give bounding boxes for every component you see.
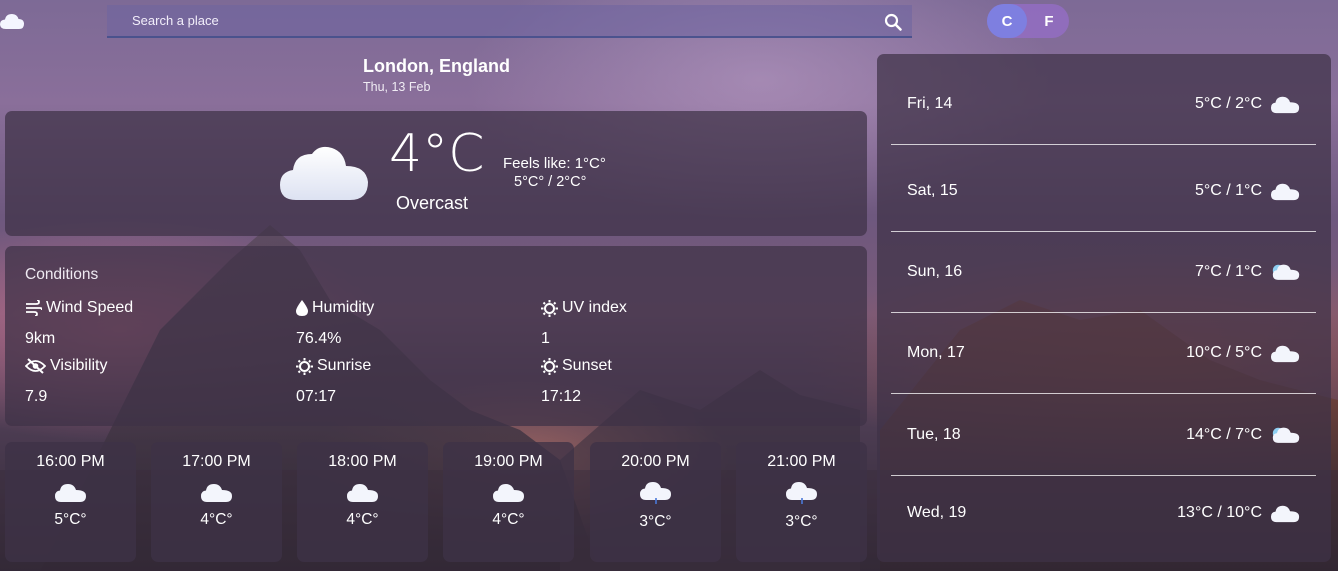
city-name: London, xyxy=(363,56,434,76)
hourly-card[interactable]: 16:00 PM 5°C° xyxy=(5,442,136,562)
hourly-temp: 4°C° xyxy=(200,511,233,528)
forecast-temps: 5°C / 2°C xyxy=(1194,95,1262,112)
hourly-temp: 4°C° xyxy=(492,511,525,528)
wind-icon xyxy=(26,300,42,316)
conditions-panel xyxy=(5,246,867,426)
conditions-title: Conditions xyxy=(25,266,99,283)
region-name: England xyxy=(439,56,510,76)
weather-description: Overcast xyxy=(396,193,469,213)
hourly-time: 20:00 PM xyxy=(621,453,690,470)
search-icon[interactable] xyxy=(884,13,902,31)
hourly-temp: 3°C° xyxy=(785,513,818,530)
current-temperature: 4°C xyxy=(389,124,485,184)
forecast-row[interactable]: Mon, 17 10°C / 5°C xyxy=(891,313,1316,394)
hourly-temp: 3°C° xyxy=(639,513,672,530)
fahrenheit-toggle[interactable]: F xyxy=(1029,4,1069,38)
condition-value: 7.9 xyxy=(25,388,48,405)
condition-label: Wind Speed xyxy=(46,299,134,316)
condition-value: 07:17 xyxy=(296,388,337,405)
hourly-time: 21:00 PM xyxy=(767,453,836,470)
sun-icon xyxy=(541,357,558,375)
feels-like: Feels like: 1°C° xyxy=(503,155,606,172)
droplet-icon xyxy=(296,300,308,316)
forecast-row[interactable]: Wed, 19 13°C / 10°C xyxy=(891,472,1316,553)
forecast-row[interactable]: Tue, 18 14°C / 7°C xyxy=(891,395,1316,476)
forecast-temps: 5°C / 1°C xyxy=(1194,182,1262,199)
cloud-icon xyxy=(1271,345,1300,363)
forecast-temps: 13°C / 10°C xyxy=(1177,503,1262,521)
search-input[interactable] xyxy=(107,5,912,36)
condition-humidity: Humidity 76.4% xyxy=(296,299,374,348)
condition-value: 76.4% xyxy=(296,330,342,347)
forecast-row[interactable]: Sat, 15 5°C / 1°C xyxy=(891,151,1316,232)
cloud-icon xyxy=(1271,505,1300,522)
hourly-card[interactable]: 21:00 PM 3°C° xyxy=(736,442,867,562)
high-temp: 5°C° xyxy=(514,174,545,190)
condition-label: Sunrise xyxy=(317,357,372,374)
condition-label: Visibility xyxy=(50,357,108,374)
cloud-icon xyxy=(1271,96,1300,114)
daily-forecast-panel: Fri, 14 5°C / 2°C Sat, 15 5°C / 1°C Sun,… xyxy=(877,54,1331,562)
partly-cloudy-icon xyxy=(1272,264,1300,280)
eye-slash-icon xyxy=(25,358,46,374)
partly-cloudy-icon xyxy=(1272,427,1300,443)
cloud-icon xyxy=(1271,183,1300,201)
condition-value: 1 xyxy=(541,330,550,347)
low-temp: 2°C° xyxy=(556,174,587,190)
hourly-time: 18:00 PM xyxy=(328,453,397,470)
forecast-temps: 14°C / 7°C xyxy=(1186,426,1262,443)
hourly-temp: 5°C° xyxy=(54,511,87,528)
condition-value: 9km xyxy=(25,330,56,347)
condition-label: Humidity xyxy=(312,299,375,316)
unit-toggle: C F xyxy=(987,4,1069,38)
condition-sunrise: Sunrise 07:17 xyxy=(296,357,371,406)
hourly-card[interactable]: 18:00 PM 4°C° xyxy=(297,442,428,562)
hourly-temp: 4°C° xyxy=(346,511,379,528)
condition-visibility: Visibility 7.9 xyxy=(25,357,108,406)
condition-label: Sunset xyxy=(562,357,612,374)
feels-like-block: Feels like: 1°C° 5°C° / 2°C° xyxy=(503,155,606,190)
forecast-day: Sat, 15 xyxy=(907,182,958,199)
forecast-day: Tue, 18 xyxy=(907,426,961,443)
current-date: Thu, 13 Feb xyxy=(363,80,431,94)
hourly-card[interactable]: 17:00 PM 4°C° xyxy=(151,442,282,562)
forecast-day: Sun, 16 xyxy=(907,263,963,280)
hourly-time: 17:00 PM xyxy=(182,453,251,470)
search-bar xyxy=(107,5,912,38)
rain-cloud-icon xyxy=(639,482,671,504)
forecast-day: Fri, 14 xyxy=(907,95,953,112)
rain-cloud-icon xyxy=(785,482,817,504)
forecast-temps: 7°C / 1°C xyxy=(1194,263,1262,280)
hourly-time: 19:00 PM xyxy=(474,453,543,470)
cloud-icon xyxy=(346,484,378,502)
condition-label: UV index xyxy=(562,299,627,316)
forecast-row[interactable]: Fri, 14 5°C / 2°C xyxy=(891,64,1316,145)
condition-wind-speed: Wind Speed 9km xyxy=(25,299,133,348)
location-header: London, England Thu, 13 Feb xyxy=(363,56,510,94)
forecast-day: Mon, 17 xyxy=(907,344,965,361)
sun-icon xyxy=(296,357,313,375)
cloud-icon xyxy=(200,484,232,502)
hourly-card[interactable]: 19:00 PM 4°C° xyxy=(443,442,574,562)
cloud-icon xyxy=(492,484,524,502)
sun-icon xyxy=(541,299,558,317)
high-low-separator: / xyxy=(548,174,553,190)
hourly-time: 16:00 PM xyxy=(36,453,105,470)
location-name: London, England xyxy=(363,56,510,77)
condition-value: 17:12 xyxy=(541,388,582,405)
current-cloud-icon xyxy=(280,146,368,200)
app-logo-cloud-icon[interactable] xyxy=(0,11,26,31)
forecast-day: Wed, 19 xyxy=(907,503,967,521)
celsius-toggle[interactable]: C xyxy=(987,4,1027,38)
forecast-row[interactable]: Sun, 16 7°C / 1°C xyxy=(891,232,1316,313)
high-low: 5°C° / 2°C° xyxy=(503,174,606,190)
condition-uv-index: UV index 1 xyxy=(541,299,627,348)
cloud-icon xyxy=(54,484,86,502)
forecast-temps: 10°C / 5°C xyxy=(1186,344,1262,361)
condition-sunset: Sunset 17:12 xyxy=(541,357,612,406)
hourly-card[interactable]: 20:00 PM 3°C° xyxy=(590,442,721,562)
